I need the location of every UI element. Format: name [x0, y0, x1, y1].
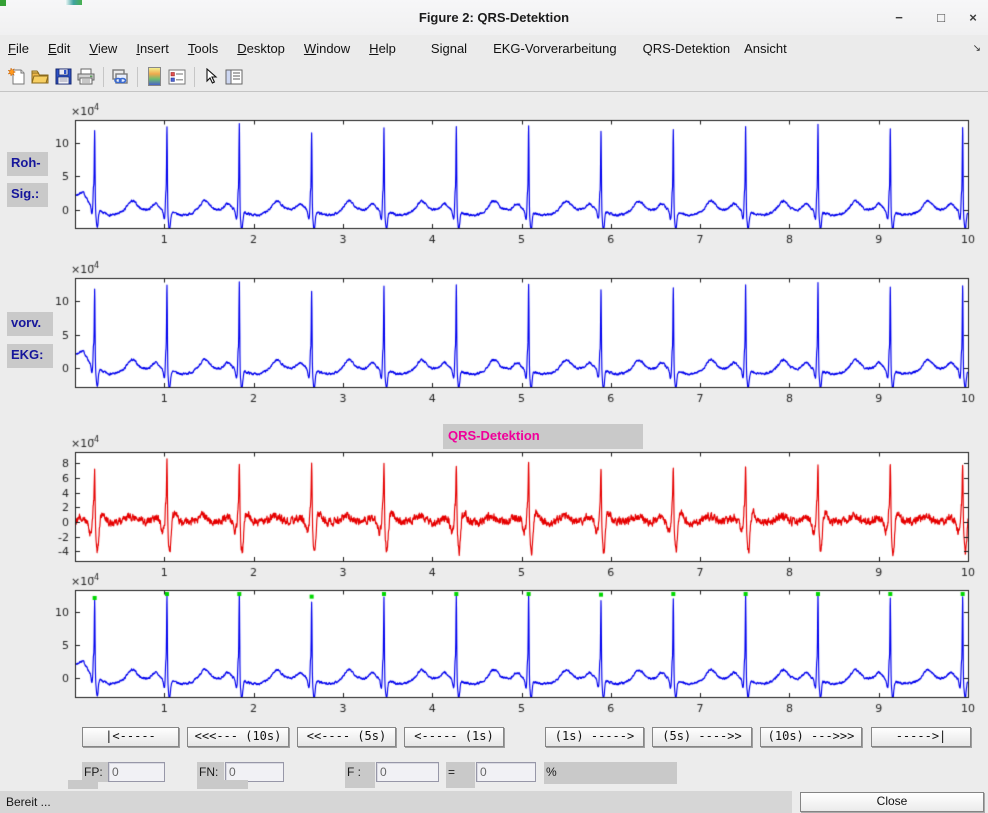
toolbar [0, 62, 988, 92]
close-window-button[interactable]: × [962, 0, 984, 35]
status-bar: Bereit ... Close [0, 791, 988, 813]
property-inspector-icon[interactable] [223, 66, 245, 88]
nav-forward-5s-button[interactable]: (5s) ---->> [652, 727, 752, 747]
fp-label: FP: [82, 762, 108, 782]
menu-insert[interactable]: Insert [136, 41, 169, 56]
title-bar: Figure 2: QRS-Detektion − □ × [0, 0, 988, 36]
new-document-icon[interactable] [6, 66, 28, 88]
status-text: Bereit ... [0, 791, 792, 813]
plot2-label-line1: vorv. [7, 312, 53, 336]
menu-file[interactable]: File [8, 41, 29, 56]
menu-edit[interactable]: Edit [48, 41, 70, 56]
menu-desktop[interactable]: Desktop [237, 41, 285, 56]
figure-window: Figure 2: QRS-Detektion − □ × File Edit … [0, 0, 988, 813]
equals-label: = [446, 762, 475, 788]
form-background-patch [197, 780, 248, 789]
close-button[interactable]: Close [800, 792, 984, 812]
plot1-label-line2: Sig.: [7, 183, 48, 207]
toolbar-separator [194, 67, 195, 87]
colorbar-icon[interactable] [143, 66, 165, 88]
menu-overflow-icon[interactable]: ↘ [973, 35, 981, 62]
plot1-label-line1: Roh- [7, 152, 48, 176]
fp-input[interactable] [108, 762, 165, 782]
fn-input[interactable] [225, 762, 284, 782]
nav-back-1s-button[interactable]: <----- (1s) [404, 727, 504, 747]
percent-label: % [544, 762, 677, 784]
f-measure-input[interactable] [376, 762, 439, 782]
open-folder-icon[interactable] [29, 66, 51, 88]
legend-icon[interactable] [166, 66, 188, 88]
edit-plot-arrow-icon[interactable] [200, 66, 222, 88]
figure-area: Roh- Sig.: vorv. EKG: QRS-Detektion |<--… [0, 92, 988, 791]
plot3-title: QRS-Detektion [443, 424, 643, 449]
toolbar-separator [137, 67, 138, 87]
f-measure-label: F : [345, 762, 375, 788]
menu-qrs-detektion[interactable]: QRS-Detektion [643, 41, 730, 56]
f-percent-input[interactable] [476, 762, 536, 782]
fn-label: FN: [197, 762, 224, 782]
menu-help[interactable]: Help [369, 41, 396, 56]
menu-tools[interactable]: Tools [188, 41, 218, 56]
save-icon[interactable] [52, 66, 74, 88]
print-icon[interactable] [75, 66, 97, 88]
toolbar-separator [103, 67, 104, 87]
menu-window[interactable]: Window [304, 41, 350, 56]
menu-signal[interactable]: Signal [431, 41, 467, 56]
link-plots-icon[interactable] [109, 66, 131, 88]
window-title: Figure 2: QRS-Detektion [0, 0, 988, 35]
nav-forward-1s-button[interactable]: (1s) -----> [545, 727, 644, 747]
nav-forward-10s-button[interactable]: (10s) --->>> [760, 727, 862, 747]
minimize-button[interactable]: − [888, 0, 910, 35]
menu-ekg-vorverarbeitung[interactable]: EKG-Vorverarbeitung [493, 41, 617, 56]
form-background-patch [68, 780, 98, 789]
maximize-button[interactable]: □ [930, 0, 952, 35]
menu-bar: File Edit View Insert Tools Desktop Wind… [0, 35, 988, 62]
menu-ansicht[interactable]: Ansicht [744, 41, 787, 56]
nav-jump-start-button[interactable]: |<----- [82, 727, 179, 747]
nav-back-5s-button[interactable]: <<---- (5s) [297, 727, 396, 747]
menu-view[interactable]: View [89, 41, 117, 56]
nav-jump-end-button[interactable]: ----->| [871, 727, 971, 747]
nav-back-10s-button[interactable]: <<<--- (10s) [187, 727, 289, 747]
plot2-label-line2: EKG: [7, 344, 53, 368]
